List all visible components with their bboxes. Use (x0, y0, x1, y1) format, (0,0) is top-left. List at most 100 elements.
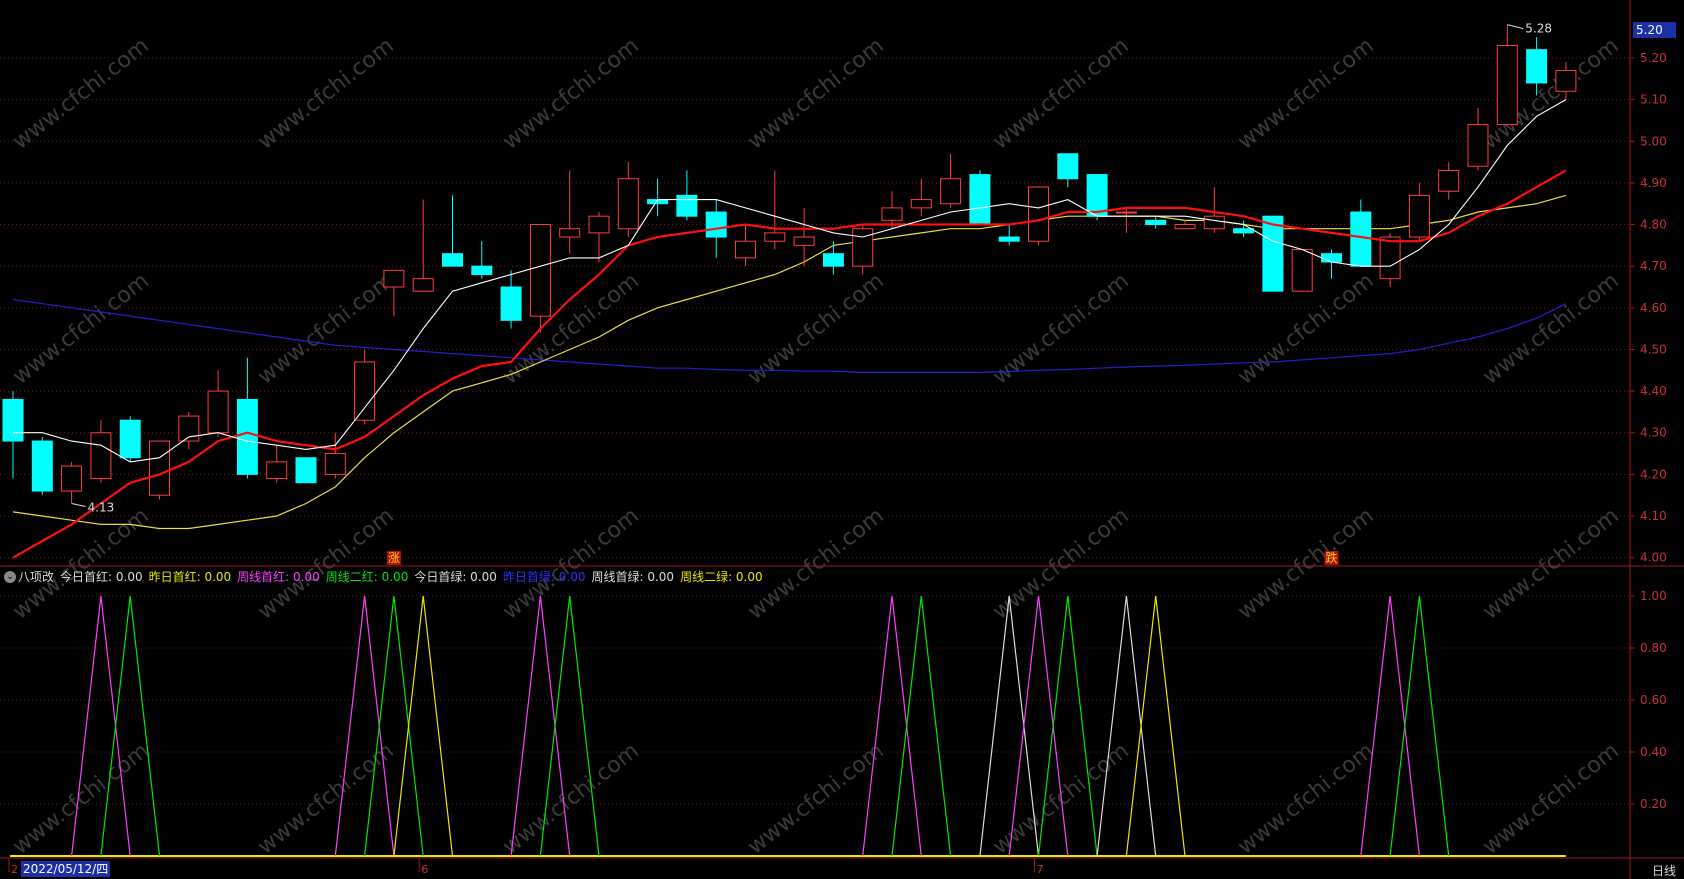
candle (1496, 24, 1518, 126)
candle-body-down (1262, 215, 1284, 292)
high-pointer (1507, 24, 1524, 30)
indicator-spike (71, 595, 131, 857)
candle-body-up (1496, 44, 1518, 126)
indicator-tick-label: 0.40 (1640, 745, 1667, 759)
candle-body-up (383, 269, 405, 288)
candle (998, 224, 1020, 246)
candle-body-down (119, 419, 141, 459)
candle-body-up (1291, 249, 1313, 292)
candle-body-down (1233, 228, 1255, 234)
candle (61, 461, 83, 504)
price-tick-label: 4.70 (1640, 259, 1667, 273)
candle-body-up (412, 278, 434, 292)
candle (471, 241, 493, 279)
candle-body-up (1408, 194, 1430, 238)
legend-item: 周线首绿: 0.00 (591, 570, 675, 584)
watermark-text: www.cfchi.com (253, 268, 398, 389)
candle (266, 445, 288, 483)
legend-item: 周线二绿: 0.00 (680, 570, 763, 584)
candle-body-down (676, 194, 698, 217)
collapse-indicator-icon[interactable]: ⌄ (4, 571, 16, 583)
price-tick-label: 5.10 (1640, 93, 1667, 107)
candle-body-up (1174, 224, 1196, 230)
candle-body-up (266, 461, 288, 480)
candle-body-up (61, 465, 83, 492)
watermark-text: www.cfchi.com (1478, 503, 1623, 624)
price-tick-label: 4.00 (1640, 551, 1667, 565)
low-price-label: 4.13 (88, 501, 115, 515)
candle (295, 457, 317, 484)
legend-item: 昨日首绿: 0.00 (502, 570, 586, 584)
signal-marker-text: 跌 (1326, 550, 1338, 565)
candle-body-up (1438, 169, 1460, 192)
candle (236, 357, 258, 479)
candle (1057, 153, 1079, 188)
candle (1115, 207, 1137, 233)
candle (617, 162, 639, 238)
candle (1408, 182, 1430, 242)
indicator-spike (334, 595, 395, 857)
legend-item: 周线二红: 0.00 (325, 570, 409, 584)
high-price-label: 5.28 (1525, 22, 1552, 36)
price-tick-label: 4.90 (1640, 176, 1667, 190)
candle (31, 436, 53, 496)
watermark-text: www.cfchi.com (743, 738, 888, 859)
price-tick-label: 4.10 (1640, 509, 1667, 523)
indicator-name: 八项改 (18, 570, 55, 584)
candle-body-up (529, 224, 551, 317)
candle-body-up (588, 215, 610, 234)
candle-body-up (1203, 215, 1225, 230)
watermark-text: www.cfchi.com (1233, 738, 1378, 859)
watermark-text: www.cfchi.com (8, 268, 153, 389)
candle-body-up (90, 432, 112, 480)
candle (1262, 215, 1284, 292)
candle (442, 195, 463, 267)
candle-body-up (324, 453, 346, 475)
indicator-legend: 今日首红: 0.00 昨日首红: 0.00 周线首红: 0.00 周线二红: 0.00… (60, 569, 769, 585)
stock-chart[interactable]: www.cfchi.com www.cfchi.com www.cfchi.com w… (0, 0, 1684, 879)
candle-body-up (852, 228, 874, 267)
candle-body-up (1379, 236, 1401, 280)
indicator-tick-label: 0.80 (1640, 641, 1667, 655)
time-axis: 2 6 7 (8, 858, 1044, 876)
candle (1086, 174, 1108, 221)
candle-body-down (1526, 49, 1548, 84)
candle-body-up (149, 440, 170, 496)
watermark-text: www.cfchi.com (1478, 268, 1623, 389)
candle (1438, 162, 1460, 200)
watermark-text: www.cfchi.com (743, 33, 888, 154)
candle (764, 170, 786, 250)
watermark-text: www.cfchi.com (498, 738, 643, 859)
price-tick-label: 4.50 (1640, 342, 1667, 356)
watermark-text: www.cfchi.com (743, 503, 888, 624)
candle (852, 224, 874, 275)
indicator-tick-label: 0.20 (1640, 797, 1667, 811)
candle (2, 391, 24, 479)
watermark-text: www.cfchi.com (253, 33, 398, 154)
price-tick-label: 4.40 (1640, 384, 1667, 398)
legend-item: 今日首绿: 0.00 (414, 570, 497, 584)
indicator-spike (891, 595, 952, 857)
candle-body-up (617, 178, 639, 230)
candle (1174, 220, 1196, 230)
candle-body-down (998, 236, 1020, 242)
watermark-text: www.cfchi.com (253, 738, 398, 859)
watermark-text: www.cfchi.com (1233, 503, 1378, 624)
candle-body-down (822, 253, 844, 267)
candle-body-down (236, 398, 258, 475)
candle-body-down (471, 265, 493, 276)
watermark-text: www.cfchi.com (1478, 738, 1623, 859)
candlestick-series[interactable] (2, 24, 1577, 504)
candle-body-up (559, 228, 581, 238)
indicator-tick-label: 1.00 (1640, 589, 1667, 603)
candle-body-down (969, 174, 991, 226)
candle (354, 349, 376, 425)
indicator-title-bar: ⌄ 八项改 今日首红: 0.00 昨日首红: 0.00 周线首红: 0.00 周线二红… (4, 569, 769, 585)
low-pointer (71, 503, 86, 508)
month-label: 7 (1037, 863, 1044, 876)
candle-body-down (1321, 253, 1342, 263)
candle-body-down (442, 253, 463, 267)
legend-item: 昨日首红: 0.00 (148, 570, 232, 584)
period-selector[interactable]: 日线 (1652, 862, 1676, 879)
watermark-text: www.cfchi.com (1233, 33, 1378, 154)
